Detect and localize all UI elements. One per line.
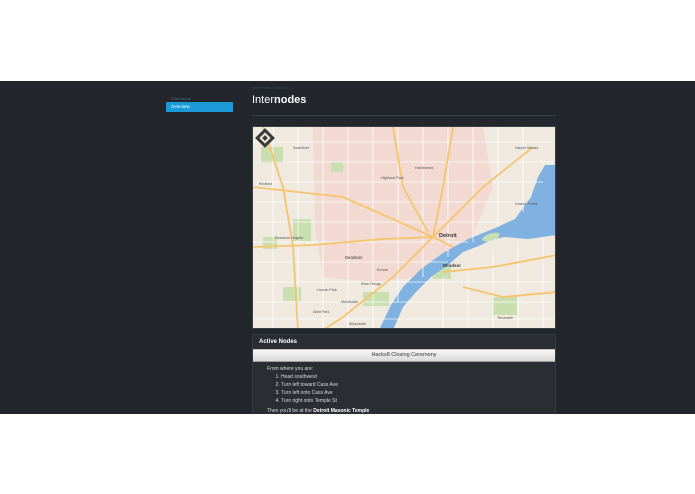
map-label-ecorse: Ecorse [377,268,388,272]
map-label-dearborn: Dearborn [345,255,363,260]
map-label-southfield: Southfield [293,146,309,150]
map-label-windsor: Windsor [443,263,461,268]
map-park [331,162,343,172]
active-nodes-panel: Active Nodes Hacks8 Closing Ceremony Fro… [252,334,556,414]
title-divider [252,115,556,116]
map-label-lincoln-park: Lincoln Park [317,288,337,292]
map-label-melvindale: Melvindale [341,300,358,304]
map-label-harper-woods: Harper Woods [515,146,538,150]
event-button[interactable]: Hacks8 Closing Ceremony [253,349,555,362]
destination-name: Detroit Masonic Temple [313,408,370,414]
direction-step: Turn left onto Cass Ave [281,389,555,397]
arrival-text: Then you'll be at the Detroit Masonic Te… [267,407,555,414]
map-label-river-rouge: River Rouge [361,282,381,286]
map-label-hamtramck: Hamtramck [415,166,434,170]
directions-intro: From where you are: [267,366,314,372]
app-window: Internodes Overview Internodes / Hacks8 … [0,81,695,414]
map-view[interactable]: Detroit Windsor Dearborn Redford Southfi… [252,126,556,329]
page-title-light: Inter [252,94,275,106]
map-label-tecumseh: Tecumseh [497,316,513,320]
page-title-bold: nodes [274,94,307,106]
map-label-grosse-pointe: Grosse Pointe [515,202,538,206]
sidebar-heading: Internodes [171,96,191,101]
breadcrumb[interactable]: Internodes / Hacks8 / ... [252,85,556,91]
direction-step: Head southwest [281,373,555,381]
directions: From where you are: Head southwest Turn … [253,362,555,414]
main-content: Internodes / Hacks8 / ... Internodes Det… [252,85,556,414]
map-label-redford: Redford [259,182,272,186]
map-label-detroit: Detroit [439,233,457,239]
map-label-highland-park: Highland Park [381,176,404,180]
map-label-allen-park: Allen Park [313,310,330,314]
arrival-prefix: Then you'll be at the [267,408,314,414]
sidebar-item-overview[interactable]: Overview [166,102,233,112]
map-label-dearborn-heights: Dearborn Heights [275,236,303,240]
sidebar: Internodes Overview [166,95,233,112]
directions-steps: Head southwest Turn left toward Cass Ave… [267,373,555,405]
map-park [493,297,517,315]
page-title: Internodes [252,93,556,107]
direction-step: Turn left toward Cass Ave [281,381,555,389]
map-label-wyandotte: Wyandotte [349,322,366,326]
panel-title: Active Nodes [259,339,298,345]
direction-step: Turn right onto Temple St [281,397,555,405]
